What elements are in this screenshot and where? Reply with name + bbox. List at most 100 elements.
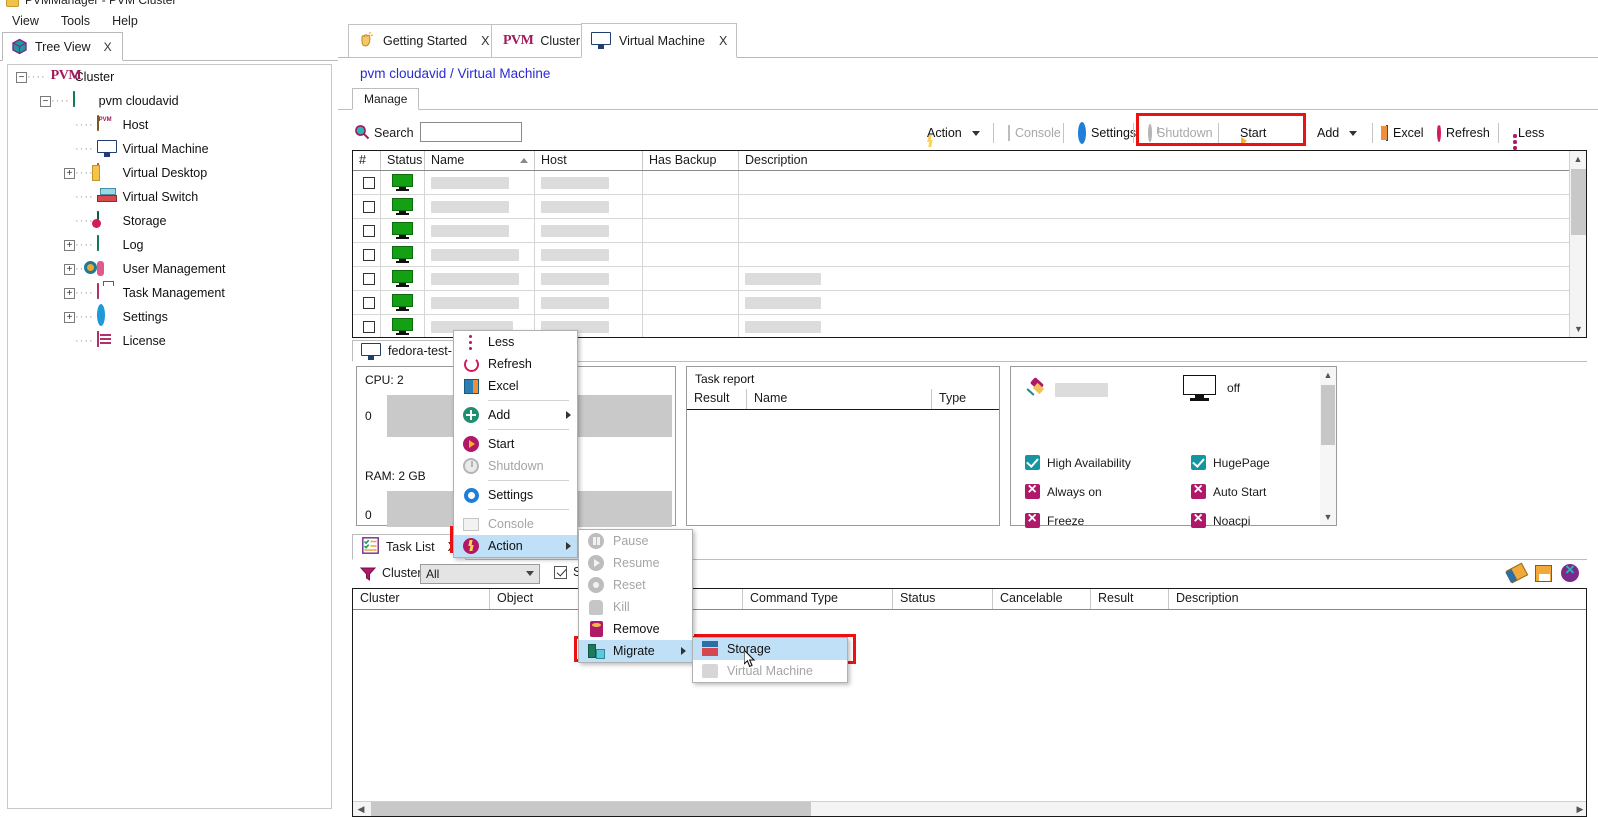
row-checkbox[interactable] (363, 296, 375, 309)
tab-task-list[interactable]: Task List X (352, 534, 466, 560)
menu-item-remove[interactable]: Remove (579, 618, 692, 640)
tree-toggle-minus-icon[interactable]: − (40, 95, 51, 107)
save-icon[interactable] (1535, 564, 1552, 582)
migrate-submenu[interactable]: Storage Virtual Machine (692, 637, 848, 683)
column-header-status[interactable]: Status (381, 151, 425, 170)
task-column-result[interactable]: Result (1091, 589, 1169, 609)
table-row[interactable] (353, 195, 1586, 219)
search-input[interactable] (420, 122, 522, 142)
search-input-field[interactable] (421, 123, 521, 141)
task-list-table[interactable]: ClusterObjectTypeCommand TypeStatusCance… (352, 588, 1587, 817)
tree-item-license[interactable]: ···· License (8, 329, 331, 353)
info-panel-scrollbar[interactable]: ▲ ▼ (1320, 367, 1336, 525)
scroll-up-icon[interactable]: ▲ (1570, 151, 1586, 167)
scroll-up-icon[interactable]: ▲ (1320, 367, 1336, 383)
table-row[interactable] (353, 171, 1586, 195)
menu-item-migrate[interactable]: Migrate (579, 640, 692, 662)
table-row[interactable] (353, 243, 1586, 267)
show-all-checkbox-box[interactable] (554, 565, 567, 579)
toolbar-refresh-button[interactable]: Refresh (1435, 121, 1492, 145)
task-column-description[interactable]: Description (1169, 589, 1586, 609)
tree-toggle-plus-icon[interactable]: + (64, 287, 75, 299)
task-column-cluster[interactable]: Cluster (353, 589, 490, 609)
tree-toggle-minus-icon[interactable]: − (16, 71, 27, 83)
row-checkbox-cell[interactable] (353, 171, 381, 194)
task-column-command-type[interactable]: Command Type (743, 589, 893, 609)
tree-item-cluster[interactable]: − ···· PVM Cluster (8, 65, 331, 89)
toolbar-add-button[interactable]: Add (1310, 121, 1359, 145)
close-icon[interactable] (1561, 560, 1579, 582)
tree-item-virtual-desktop[interactable]: + ···· Virtual Desktop (8, 161, 331, 185)
task-report-col-name[interactable]: Name (747, 389, 932, 409)
task-list-hscrollbar[interactable]: ◀ ▶ (353, 801, 1586, 816)
scroll-down-icon[interactable]: ▼ (1570, 321, 1586, 337)
table-row[interactable] (353, 219, 1586, 243)
tab-manage[interactable]: Manage (352, 88, 420, 110)
row-checkbox[interactable] (363, 320, 375, 333)
toolbar-action-button[interactable]: Action (920, 121, 982, 145)
menu-item-storage[interactable]: Storage (693, 638, 847, 660)
task-report-col-result[interactable]: Result (687, 389, 747, 409)
tab-tree-view-close[interactable]: X (104, 40, 112, 54)
tree-toggle-plus-icon[interactable]: + (64, 311, 75, 323)
tree-item-virtual-switch[interactable]: ···· Virtual Switch (8, 185, 331, 209)
tree-item-settings[interactable]: + ···· Settings (8, 304, 331, 329)
vm-table[interactable]: # Status Name Host Has Backup Descriptio… (352, 150, 1587, 338)
row-checkbox-cell[interactable] (353, 195, 381, 218)
menu-item-less[interactable]: Less (454, 331, 577, 353)
chevron-down-icon[interactable] (1349, 130, 1358, 136)
menu-item-action[interactable]: Action (454, 535, 577, 557)
column-header-name[interactable]: Name (425, 151, 535, 170)
tree-item-pvm-cloudavid[interactable]: − ···· pvm cloudavid (8, 89, 331, 113)
row-checkbox[interactable] (363, 176, 375, 189)
scroll-left-icon[interactable]: ◀ (353, 802, 369, 816)
chevron-down-icon[interactable] (971, 130, 980, 136)
column-header-index[interactable]: # (353, 151, 381, 170)
menu-view[interactable]: View (12, 14, 39, 28)
column-header-host[interactable]: Host (535, 151, 643, 170)
row-checkbox[interactable] (363, 200, 375, 213)
menu-tools[interactable]: Tools (61, 14, 90, 28)
tree-toggle-plus-icon[interactable]: + (64, 263, 75, 275)
tree-item-storage[interactable]: ···· Storage (8, 209, 331, 233)
row-checkbox[interactable] (363, 248, 375, 261)
context-menu[interactable]: Less Refresh Excel Add Start Shutdown Settings… (453, 330, 578, 558)
action-submenu[interactable]: Pause Resume Reset Kill Remove Migrate (578, 529, 693, 663)
tree-toggle-plus-icon[interactable]: + (64, 167, 75, 179)
toolbar-less-button[interactable]: Less (1511, 121, 1546, 150)
task-report-col-type[interactable]: Type (932, 389, 999, 409)
task-column-status[interactable]: Status (893, 589, 993, 609)
tab-virtual-machine[interactable]: Virtual Machine X (581, 23, 738, 58)
row-checkbox-cell[interactable] (353, 315, 381, 337)
tab-getting-started[interactable]: Getting Started X (348, 24, 500, 58)
menu-item-settings[interactable]: Settings (454, 484, 577, 506)
toolbar-settings-button[interactable]: Settings (1076, 121, 1138, 145)
menu-item-excel[interactable]: Excel (454, 375, 577, 397)
scroll-thumb[interactable] (1321, 385, 1335, 445)
task-column-cancelable[interactable]: Cancelable (993, 589, 1091, 609)
column-header-has-backup[interactable]: Has Backup (643, 151, 739, 170)
hscroll-thumb[interactable] (371, 802, 811, 816)
tab-tree-view[interactable]: Tree View X (2, 32, 123, 61)
scroll-right-icon[interactable]: ▶ (1572, 802, 1586, 816)
tab-virtual-machine-close[interactable]: X (719, 34, 727, 48)
vm-table-scrollbar[interactable]: ▲ ▼ (1569, 151, 1586, 337)
tree-item-task-management[interactable]: + ···· Task Management (8, 281, 331, 305)
row-checkbox[interactable] (363, 272, 375, 285)
tree-item-user-management[interactable]: +····User Management (8, 257, 331, 281)
cluster-filter-select[interactable]: All (420, 564, 540, 584)
row-checkbox-cell[interactable] (353, 267, 381, 290)
toolbar-excel-button[interactable]: Excel (1384, 121, 1426, 145)
detail-tab-vm[interactable]: fedora-test- (352, 340, 461, 362)
row-checkbox-cell[interactable] (353, 219, 381, 242)
menu-item-start[interactable]: Start (454, 433, 577, 455)
tree-item-virtual-machine[interactable]: ···· Virtual Machine (8, 137, 331, 161)
menu-item-refresh[interactable]: Refresh (454, 353, 577, 375)
tree-item-host[interactable]: ···· Host (8, 113, 331, 137)
column-header-description[interactable]: Description (739, 151, 1586, 170)
table-row[interactable] (353, 291, 1586, 315)
menu-item-add[interactable]: Add (454, 404, 577, 426)
tree-panel[interactable]: −····PVMCluster−····pvm cloudavid····Hos… (7, 64, 332, 809)
row-checkbox-cell[interactable] (353, 291, 381, 314)
table-row[interactable] (353, 267, 1586, 291)
